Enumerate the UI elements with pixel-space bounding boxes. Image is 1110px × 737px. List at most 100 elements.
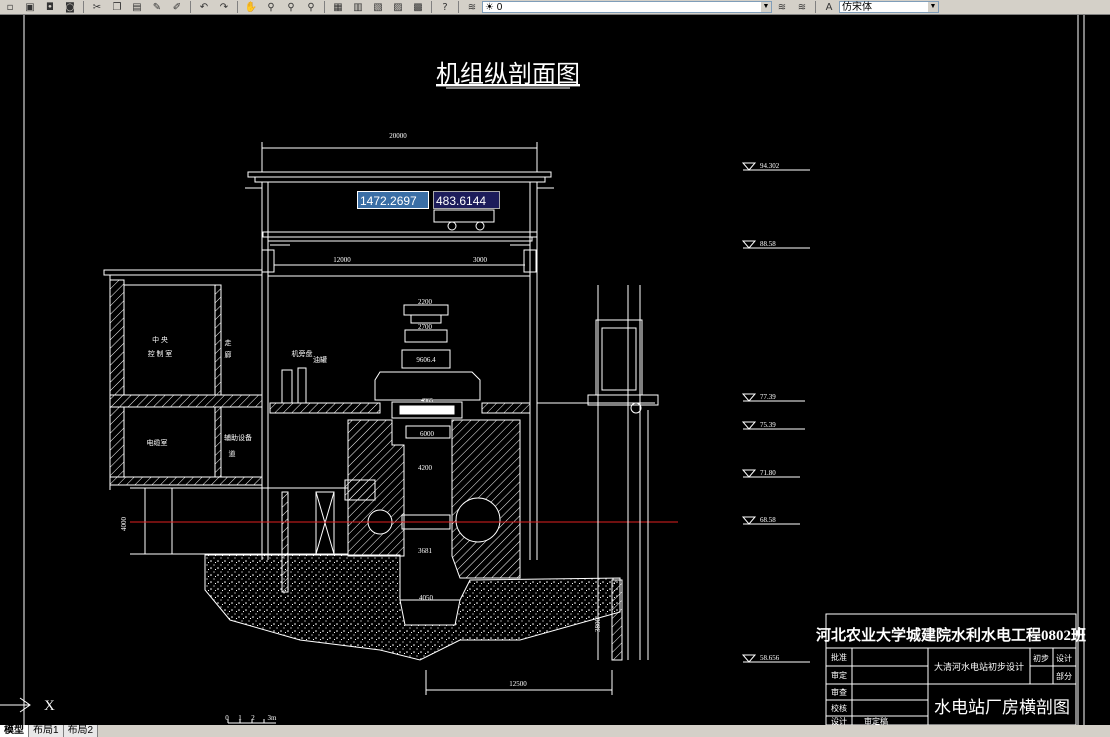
toolbar-separator	[815, 1, 816, 13]
toolbar-separator	[324, 1, 325, 13]
chevron-down-icon[interactable]: ▼	[761, 2, 771, 12]
scale-label: 1	[238, 714, 242, 722]
light-bulb-icon: ☀	[485, 2, 494, 13]
paste-icon[interactable]: ▤	[129, 1, 145, 13]
title-block-row-label: 校核	[831, 703, 847, 713]
auxiliary-building	[103, 269, 263, 490]
elevation-label: 68.58	[760, 516, 776, 524]
make-current-layer-icon[interactable]: ≋	[774, 1, 790, 13]
drawing-canvas[interactable]: 机组纵剖面图 20000 12000 3000 中 央 控 制 室 走 廊 电缆…	[0, 15, 1110, 725]
properties-icon[interactable]: ▦	[330, 1, 346, 13]
dim-4200: 4200	[418, 464, 433, 472]
title-block-stage-1: 初步	[1033, 653, 1049, 663]
help-icon[interactable]: ?	[437, 1, 453, 13]
dim-3681: 3681	[418, 547, 433, 555]
undo-icon[interactable]: ↶	[196, 1, 212, 13]
title-block-school: 河北农业大学城建院水利水电工程0802班	[816, 626, 1086, 644]
print-icon[interactable]: ◙	[62, 1, 78, 13]
tab-model[interactable]: 模型	[0, 725, 29, 737]
elevation-label: 58.656	[760, 654, 780, 662]
dim-6000: 6000	[420, 430, 435, 438]
toolbar-separator	[458, 1, 459, 13]
dim-right-span: 3000	[473, 256, 488, 264]
title-block-row-label: 批准	[831, 652, 847, 662]
elevation-label: 94.302	[760, 162, 780, 170]
font-value: 仿宋体	[842, 2, 872, 13]
title-block-stage-2: 设计	[1056, 653, 1072, 663]
dim-top: 20000	[389, 132, 407, 140]
new-icon[interactable]: ▫	[2, 1, 18, 13]
zoom-previous-icon[interactable]: ⚲	[303, 1, 319, 13]
title-block-designer: 审定稿	[864, 716, 888, 725]
substructure	[344, 419, 521, 579]
room-control-1: 中 央	[152, 335, 168, 344]
title-block-project: 大清河水电站初步设计	[934, 661, 1024, 672]
toolbar-separator	[431, 1, 432, 13]
tab-layout-2[interactable]: 布局2	[63, 725, 99, 737]
calculator-icon[interactable]: ▩	[410, 1, 426, 13]
cut-icon[interactable]: ✂	[89, 1, 105, 13]
copy-icon[interactable]: ❐	[109, 1, 125, 13]
room-corridor-1: 走	[225, 339, 232, 347]
room-cable: 电缆室	[147, 438, 168, 447]
tool-palettes-icon[interactable]: ▧	[370, 1, 386, 13]
label-panel: 机旁盘	[292, 349, 313, 358]
title-block-drawing-name: 水电站厂房横剖图	[934, 698, 1070, 717]
toolbar-separator	[190, 1, 191, 13]
elevation-marks	[741, 162, 810, 663]
layout-tabs: 模型 布局1 布局2	[0, 725, 1110, 737]
elevation-label: 71.80	[760, 469, 776, 477]
cad-toolbar: ▫ ▣ ◘ ◙ ✂ ❐ ▤ ✎ ✐ ↶ ↷ ✋ ⚲ ⚲ ⚲ ▦ ▥ ▧ ▨ ▩ …	[0, 0, 1110, 15]
scale-label: 2	[251, 714, 255, 722]
layer-manager-icon[interactable]: ≋	[464, 1, 480, 13]
tab-layout-1[interactable]: 布局1	[29, 725, 64, 737]
ucs-icon	[0, 697, 31, 713]
save-icon[interactable]: ◘	[42, 1, 58, 13]
elevation-label: 75.39	[760, 421, 776, 429]
dim-9606: 9606.4	[416, 356, 436, 364]
layer-previous-icon[interactable]: ≋	[794, 1, 810, 13]
room-aux-1: 辅助设备	[224, 433, 252, 442]
dim-4050: 4050	[419, 594, 434, 602]
pan-icon[interactable]: ✋	[243, 1, 259, 13]
elevation-label: 77.39	[760, 393, 776, 401]
design-center-icon[interactable]: ▥	[350, 1, 366, 13]
title-block-part: 部分	[1056, 671, 1072, 681]
dim-12500: 12500	[509, 680, 527, 688]
zoom-window-icon[interactable]: ⚲	[283, 1, 299, 13]
chevron-down-icon[interactable]: ▼	[928, 2, 938, 12]
foundation-rock	[204, 554, 621, 661]
dim-4000: 4000	[120, 517, 128, 532]
room-aux-2: 道	[229, 449, 236, 458]
coordinate-y-input[interactable]: 483.6144	[433, 191, 500, 209]
open-icon[interactable]: ▣	[22, 1, 38, 13]
dim-4965: 4965	[421, 398, 433, 404]
title-block-row-label: 设计	[831, 716, 847, 725]
title-block-row-label: 审查	[831, 687, 847, 697]
dim-2200: 2200	[418, 298, 433, 306]
ucs-x-label: X	[44, 698, 55, 714]
layer-value: 0	[496, 2, 503, 13]
dim-3800: 3800	[594, 618, 602, 633]
scale-label: 0	[225, 714, 229, 722]
zoom-realtime-icon[interactable]: ⚲	[263, 1, 279, 13]
dim-left-span: 12000	[333, 256, 351, 264]
label-tank: 油罐	[313, 355, 327, 364]
dim-2700: 2700	[418, 323, 433, 331]
markup-icon[interactable]: ▨	[390, 1, 406, 13]
layer-dropdown[interactable]: ☀ 0 ▼	[482, 1, 772, 13]
block-editor-icon[interactable]: ✐	[169, 1, 185, 13]
font-dropdown[interactable]: 仿宋体 ▼	[839, 1, 939, 13]
room-corridor-2: 廊	[225, 350, 232, 359]
elevation-label: 88.58	[760, 240, 776, 248]
room-control-2: 控 制 室	[148, 349, 173, 358]
scale-label: 3m	[268, 714, 278, 722]
redo-icon[interactable]: ↷	[216, 1, 232, 13]
title-block-row-label: 审定	[831, 670, 847, 680]
coordinate-x-input[interactable]: 1472.2697	[357, 191, 429, 209]
toolbar-separator	[237, 1, 238, 13]
toolbar-separator	[83, 1, 84, 13]
drawing-title: 机组纵剖面图	[436, 61, 580, 88]
match-properties-icon[interactable]: ✎	[149, 1, 165, 13]
text-style-icon[interactable]: A	[821, 1, 837, 13]
